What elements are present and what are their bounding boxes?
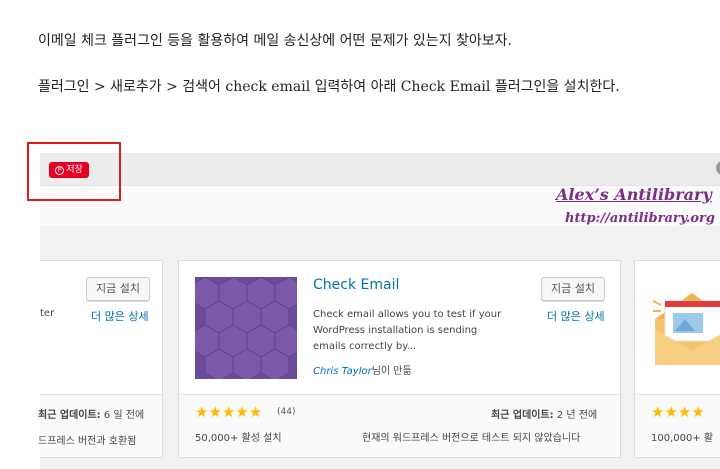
last-updated-value: 6 일 전에 [103,410,145,421]
star-icon: ★ [208,403,222,421]
compatibility-text: 현재의 워드프레스 버전으로 테스트 되지 않았습니다 [362,433,581,444]
install-now-button[interactable]: 지금 설치 [541,277,605,301]
watermark-title: Alex’s Antilibrary [556,185,712,204]
envelope-graphic [652,293,720,365]
envelope-icon[interactable] [652,289,720,367]
watermark-url: http://antilibrary.org [565,211,715,226]
last-updated: 최근 업데이트: 2 년 전에 [491,406,597,421]
card-footer: ★★★★ 100,000+ 활 [635,394,720,457]
last-updated-label: 최근 업데이트: [38,410,101,421]
star-icon: ★ [235,403,249,421]
plugin-desc-fragment: ter [40,308,55,319]
author-suffix: 님이 만듦 [371,366,412,377]
plugin-card-right: ★★★★ 100,000+ 활 [634,260,720,458]
last-updated: 최근 업데이트: 6 일 전에 [38,406,144,421]
card-footer: ★★★★★ (44) 50,000+ 활성 설치 최근 업데이트: 2 년 전에… [179,394,620,457]
plugin-title-link[interactable]: Check Email [313,277,399,293]
plugin-card-left: 지금 설치 ter 더 많은 상세 최근 업데이트: 6 일 전에 드프레스 버… [38,260,163,458]
last-updated-label: 최근 업데이트: [491,410,554,421]
hexagon-pattern-icon [195,277,297,379]
more-details-link[interactable]: 더 많은 상세 [547,308,605,324]
plugin-author: Chris Taylor님이 만듦 [313,362,412,377]
compatibility-text: 드프레스 버전과 호환됨 [38,436,137,447]
active-installs: 50,000+ 활성 설치 [195,433,282,444]
screenshot-top-bar [40,153,720,186]
rating-stars: ★★★★★ [195,403,262,421]
highlight-box [27,142,121,201]
plugin-icon[interactable] [195,277,297,379]
star-icon: ★ [195,403,209,421]
plugin-card-check-email: Check Email Check email allows you to te… [178,260,621,458]
author-link[interactable]: Chris Taylor [313,366,372,377]
article-paragraph-2: 플러그인 > 새로추가 > 검색어 check email 입력하여 아래 Ch… [38,79,620,95]
plugin-description: Check email allows you to test if your W… [313,309,502,352]
more-details-link[interactable]: 더 많은 상세 [91,308,149,324]
install-now-button[interactable]: 지금 설치 [86,277,150,301]
article-paragraph-1: 이메일 체크 플러그인 등을 활용하여 메일 송신상에 어떤 문제가 있는지 찾… [38,33,512,49]
rating-count: (44) [277,407,296,417]
star-icon: ★ [221,403,236,421]
star-icon: ★ [248,403,263,421]
active-installs: 100,000+ 활 [651,433,714,444]
rating-stars: ★★★★ [651,403,705,421]
last-updated-value: 2 년 전에 [556,410,598,421]
card-footer: 최근 업데이트: 6 일 전에 드프레스 버전과 호환됨 [38,394,162,457]
